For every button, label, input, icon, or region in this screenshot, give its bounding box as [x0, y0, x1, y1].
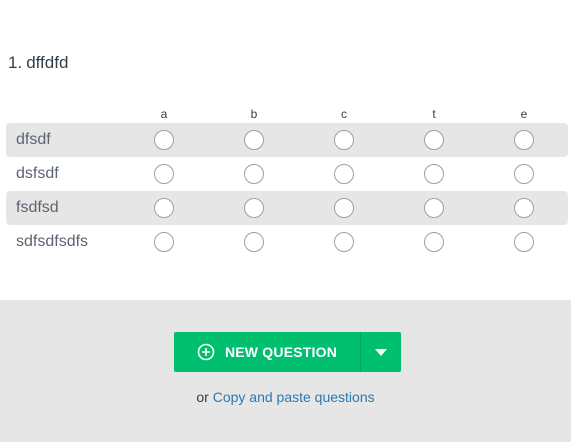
row-label: fsdfsd: [16, 199, 59, 216]
matrix-row-dsfsdf: dsfsdf: [6, 157, 568, 191]
radio-fsdfsd-t[interactable]: [424, 198, 444, 218]
radio-dsfsdf-c[interactable]: [334, 164, 354, 184]
matrix-grid: a b c t e dfsdf dsfsdf fsdfsd sdfsdfsdfs: [6, 105, 568, 259]
radio-dsfsdf-t[interactable]: [424, 164, 444, 184]
radio-dsfsdf-e[interactable]: [514, 164, 534, 184]
radio-sdfsdfsdfs-t[interactable]: [424, 232, 444, 252]
radio-dsfsdf-b[interactable]: [244, 164, 264, 184]
column-header-a: a: [160, 107, 168, 121]
add-question-footer: NEW QUESTION or Copy and paste questions: [0, 300, 571, 442]
radio-dfsdf-c[interactable]: [334, 130, 354, 150]
radio-sdfsdfsdfs-c[interactable]: [334, 232, 354, 252]
matrix-column-headers: a b c t e: [6, 105, 568, 123]
column-header-c: c: [341, 107, 347, 121]
new-question-dropdown-button[interactable]: [361, 332, 401, 372]
question-title-text: dffdfd: [26, 53, 69, 72]
new-question-split-button: NEW QUESTION: [174, 332, 401, 372]
radio-fsdfsd-b[interactable]: [244, 198, 264, 218]
question-block: 1. dffdfd a b c t e dfsdf dsfsdf fsdfsd …: [0, 0, 571, 300]
new-question-button[interactable]: NEW QUESTION: [174, 332, 360, 372]
column-header-b: b: [250, 107, 258, 121]
radio-dfsdf-a[interactable]: [154, 130, 174, 150]
row-label: sdfsdfsdfs: [16, 233, 89, 250]
column-header-e: e: [520, 107, 528, 121]
row-label: dsfsdf: [16, 165, 59, 182]
radio-dfsdf-t[interactable]: [424, 130, 444, 150]
question-title[interactable]: 1. dffdfd: [8, 52, 68, 74]
radio-dfsdf-e[interactable]: [514, 130, 534, 150]
new-question-label: NEW QUESTION: [224, 344, 338, 360]
plus-circle-icon: [197, 343, 215, 361]
matrix-row-fsdfsd: fsdfsd: [6, 191, 568, 225]
question-number: 1.: [8, 53, 23, 72]
radio-sdfsdfsdfs-e[interactable]: [514, 232, 534, 252]
row-label: dfsdf: [16, 131, 51, 148]
radio-fsdfsd-a[interactable]: [154, 198, 174, 218]
column-header-t: t: [432, 107, 436, 121]
copy-paste-line: or Copy and paste questions: [0, 388, 571, 406]
radio-fsdfsd-e[interactable]: [514, 198, 534, 218]
radio-dfsdf-b[interactable]: [244, 130, 264, 150]
radio-sdfsdfsdfs-b[interactable]: [244, 232, 264, 252]
or-text: or: [196, 389, 209, 405]
copy-paste-questions-link[interactable]: Copy and paste questions: [213, 389, 375, 405]
radio-dsfsdf-a[interactable]: [154, 164, 174, 184]
radio-sdfsdfsdfs-a[interactable]: [154, 232, 174, 252]
caret-down-icon: [375, 348, 387, 356]
matrix-row-dfsdf: dfsdf: [6, 123, 568, 157]
matrix-row-sdfsdfsdfs: sdfsdfsdfs: [6, 225, 568, 259]
radio-fsdfsd-c[interactable]: [334, 198, 354, 218]
